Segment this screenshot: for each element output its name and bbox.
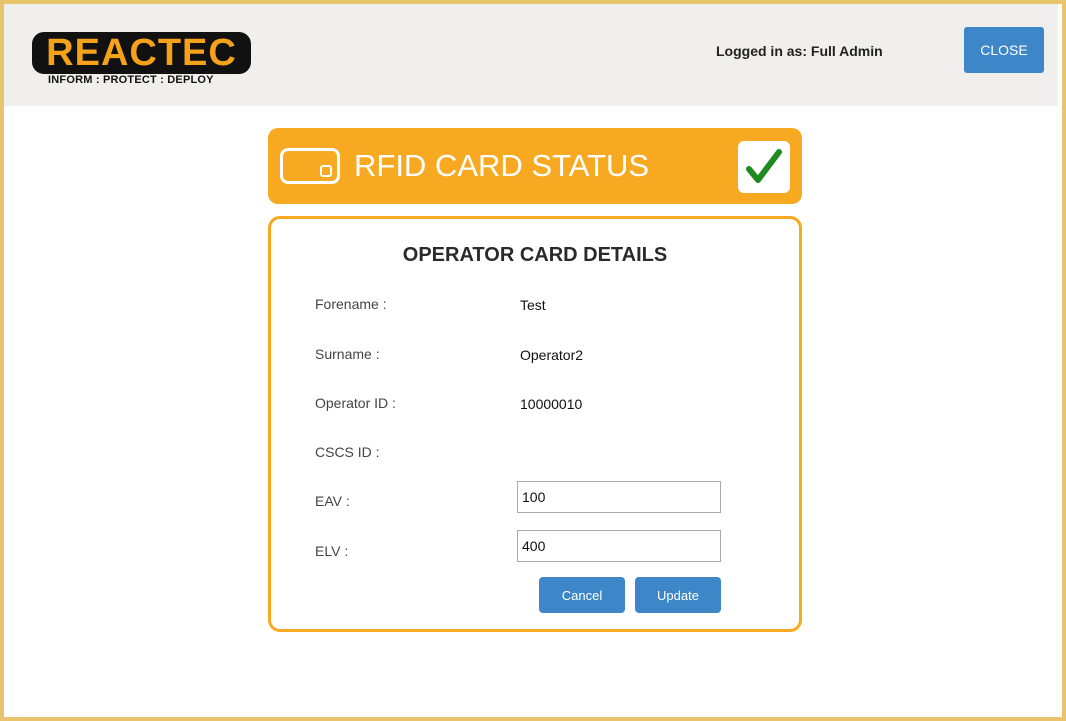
status-ok-badge (738, 141, 790, 193)
rfid-status-banner: RFID CARD STATUS (268, 128, 802, 204)
status-title: RFID CARD STATUS (354, 148, 650, 183)
logo-badge: REACTEC (32, 32, 251, 74)
surname-label: Surname : (315, 346, 380, 362)
logo-tagline: INFORM : PROTECT : DEPLOY (48, 74, 214, 86)
operator-id-value: 10000010 (520, 396, 583, 412)
card-chip-icon (320, 165, 332, 177)
logged-in-status: Logged in as: Full Admin (716, 43, 883, 59)
logo-wordmark: REACTEC (46, 32, 237, 74)
reactec-logo: REACTEC INFORM : PROTECT : DEPLOY (32, 32, 251, 92)
close-button[interactable]: CLOSE (964, 27, 1044, 73)
eav-input[interactable] (517, 481, 721, 513)
cscs-id-label: CSCS ID : (315, 444, 380, 460)
surname-value: Operator2 (520, 347, 584, 363)
elv-label: ELV : (315, 543, 349, 559)
eav-label: EAV : (315, 493, 350, 509)
panel-title: OPERATOR CARD DETAILS (402, 244, 668, 266)
forename-label: Forename : (315, 296, 387, 312)
header-bar: REACTEC INFORM : PROTECT : DEPLOY Logged… (4, 4, 1058, 106)
update-button[interactable]: Update (635, 577, 721, 613)
rfid-card-icon (280, 148, 340, 184)
elv-input[interactable] (517, 530, 721, 562)
checkmark-icon (746, 149, 782, 183)
cancel-button[interactable]: Cancel (539, 577, 625, 613)
forename-value: Test (520, 297, 546, 313)
operator-details-panel: OPERATOR CARD DETAILS Forename : Test Su… (268, 216, 802, 632)
operator-id-label: Operator ID : (315, 395, 396, 411)
